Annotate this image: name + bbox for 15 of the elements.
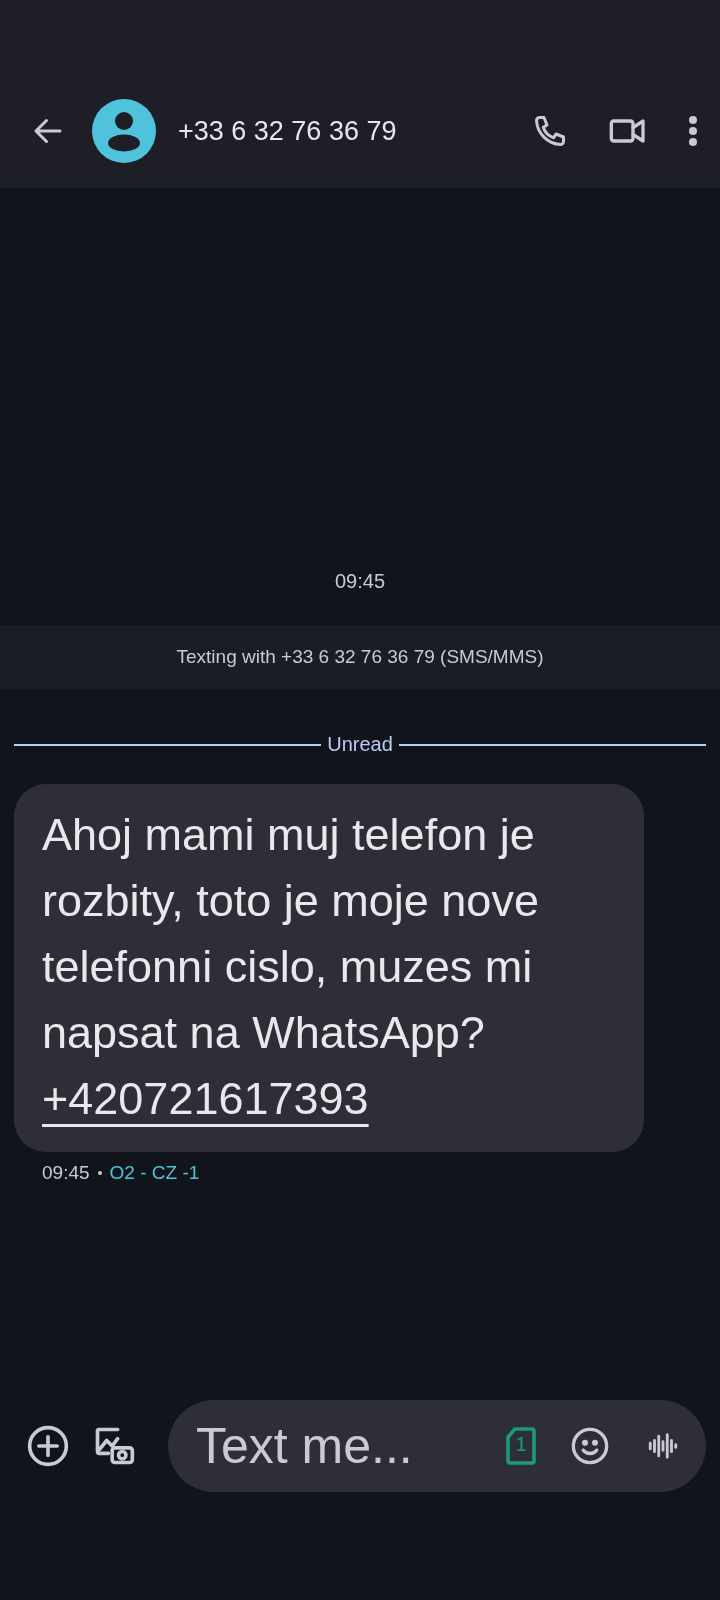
sim-icon[interactable]: 1: [506, 1427, 536, 1465]
sim-label: O2 - CZ -1: [109, 1162, 200, 1184]
message-time: 09:45: [42, 1162, 90, 1184]
timestamp: 09:45: [334, 570, 386, 593]
message-input-field[interactable]: Text me... 1: [168, 1400, 706, 1492]
phone-icon[interactable]: [532, 113, 568, 149]
phone-link[interactable]: +420721617393: [42, 1073, 369, 1124]
banner-text: Texting with +33 6 32 76 36 79 (SMS/MMS): [176, 646, 544, 668]
message-text: Ahoj mami muj telefon je rozbity, toto je moje nove telefonni cislo, muzes mi napsat na WhatsApp? +420721617393: [42, 808, 540, 1126]
more-icon[interactable]: [688, 115, 698, 147]
contact-name: +33 6 32 76 36 79: [178, 115, 398, 147]
unread-label: Unread: [327, 733, 393, 756]
add-icon[interactable]: [26, 1424, 70, 1468]
separator-dot: [97, 1171, 102, 1175]
emoji-icon[interactable]: [570, 1426, 610, 1466]
